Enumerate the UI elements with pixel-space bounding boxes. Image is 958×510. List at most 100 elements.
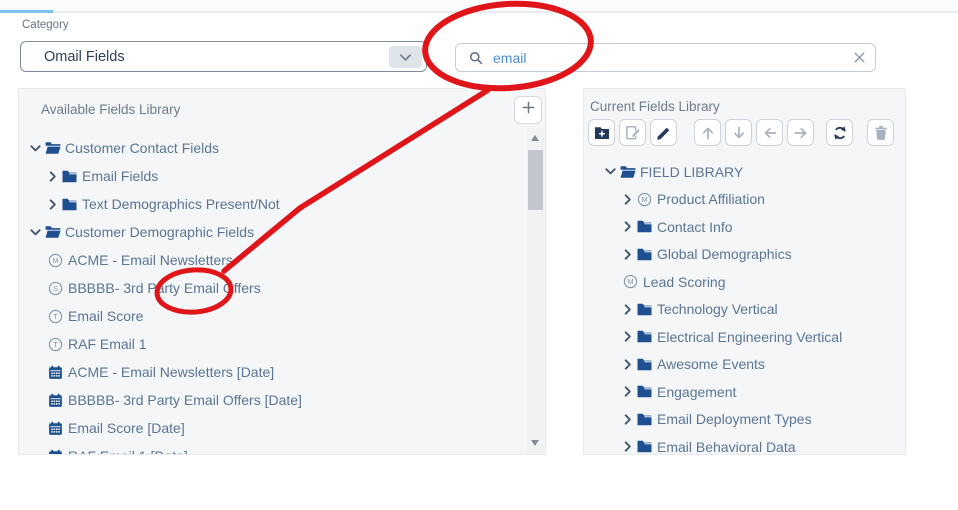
tree-item-label: ACME - Email Newsletters — [68, 252, 233, 268]
tree-item-label: Product Affiliation — [657, 191, 765, 207]
tree-item[interactable]: Awesome Events — [584, 351, 903, 379]
chevron-down-icon[interactable] — [29, 226, 45, 239]
chevron-right-icon[interactable] — [621, 303, 637, 316]
pencil-icon — [656, 125, 672, 141]
chevron-right-icon[interactable] — [621, 330, 637, 343]
folder-closed-icon — [637, 358, 657, 371]
tree-item[interactable]: Engagement — [584, 378, 903, 406]
chevron-right-icon[interactable] — [621, 248, 637, 261]
trash-icon — [873, 125, 889, 141]
folder-closed-icon — [62, 198, 82, 211]
tree-item[interactable]: Electrical Engineering Vertical — [584, 323, 903, 351]
chevron-right-icon[interactable] — [621, 440, 637, 453]
arrow-up-icon — [700, 125, 716, 141]
tree-item[interactable]: MLead Scoring — [584, 268, 903, 296]
chevron-right-icon[interactable] — [621, 358, 637, 371]
svg-text:T: T — [53, 312, 58, 321]
folder-plus-icon — [594, 125, 610, 141]
tree-item-label: Electrical Engineering Vertical — [657, 329, 842, 345]
category-select[interactable]: Omail Fields — [20, 41, 427, 72]
tree-item[interactable]: RAF Email 1 [Date] — [19, 442, 525, 455]
tree-item-label: RAF Email 1 [Date] — [68, 448, 188, 455]
refresh-icon — [832, 125, 848, 141]
tree-item-label: Email Deployment Types — [657, 411, 812, 427]
chevron-down-icon[interactable] — [604, 165, 620, 178]
svg-text:S: S — [53, 284, 58, 293]
move-left-button[interactable] — [756, 119, 783, 146]
tree-item-label: ACME - Email Newsletters [Date] — [68, 364, 274, 380]
folder-closed-icon — [637, 385, 657, 398]
tree-item-label: Awesome Events — [657, 356, 765, 372]
folder-closed-icon — [637, 248, 657, 261]
scrollbar-thumb[interactable] — [528, 150, 543, 210]
tree-item[interactable]: Customer Contact Fields — [19, 134, 525, 162]
circle-m-icon: M — [623, 274, 643, 289]
folder-closed-icon — [637, 330, 657, 343]
tree-item[interactable]: Technology Vertical — [584, 296, 903, 324]
scroll-down-icon[interactable] — [531, 440, 539, 446]
folder-open-icon — [620, 165, 640, 179]
tree-item-label: Customer Contact Fields — [65, 140, 219, 156]
tree-item-label: Global Demographics — [657, 246, 792, 262]
tree-item-label: Email Score [Date] — [68, 420, 185, 436]
search-input[interactable] — [491, 49, 853, 67]
tree-item[interactable]: Global Demographics — [584, 241, 903, 269]
rename-button[interactable] — [619, 119, 646, 146]
tree-item-label: BBBBB- 3rd Party Email Offers [Date] — [68, 392, 302, 408]
search-box — [455, 43, 876, 72]
calendar-icon — [48, 365, 68, 380]
tree-item[interactable]: Contact Info — [584, 213, 903, 241]
move-right-button[interactable] — [787, 119, 814, 146]
circle-m-icon: M — [48, 253, 68, 268]
chevron-right-icon[interactable] — [46, 198, 62, 211]
tree-item-label: Technology Vertical — [657, 301, 778, 317]
edit-button[interactable] — [650, 119, 677, 146]
folder-closed-icon — [637, 220, 657, 233]
chevron-down-icon[interactable] — [389, 46, 422, 68]
active-tab-underline — [0, 10, 53, 13]
refresh-button[interactable] — [826, 119, 853, 146]
tree-item[interactable]: Email Score [Date] — [19, 414, 525, 442]
calendar-icon — [48, 393, 68, 408]
current-fields-title: Current Fields Library — [590, 99, 720, 114]
tree-item[interactable]: FIELD LIBRARY — [584, 158, 903, 186]
current-fields-panel: Current Fields Library FIELD LIBRARYMPro… — [583, 88, 906, 455]
move-up-button[interactable] — [694, 119, 721, 146]
arrow-right-icon — [793, 125, 809, 141]
search-icon — [469, 51, 483, 65]
tree-item[interactable]: TEmail Score — [19, 302, 525, 330]
add-field-button[interactable] — [514, 96, 542, 124]
folder-open-icon — [45, 141, 65, 155]
scroll-up-icon[interactable] — [531, 135, 539, 141]
top-tab-strip — [0, 0, 958, 13]
chevron-right-icon[interactable] — [621, 385, 637, 398]
tree-item[interactable]: Email Behavioral Data — [584, 433, 903, 455]
chevron-right-icon[interactable] — [621, 413, 637, 426]
tree-item[interactable]: Customer Demographic Fields — [19, 218, 525, 246]
folder-closed-icon — [637, 440, 657, 453]
tree-item[interactable]: BBBBB- 3rd Party Email Offers [Date] — [19, 386, 525, 414]
clear-search-button[interactable] — [853, 51, 866, 64]
chevron-right-icon[interactable] — [46, 170, 62, 183]
tree-item[interactable]: ACME - Email Newsletters [Date] — [19, 358, 525, 386]
tree-item[interactable]: Email Fields — [19, 162, 525, 190]
tree-item[interactable]: SBBBBB- 3rd Party Email Offers — [19, 274, 525, 302]
chevron-right-icon[interactable] — [621, 220, 637, 233]
current-fields-tree: FIELD LIBRARYMProduct AffiliationContact… — [584, 158, 903, 455]
plus-icon — [521, 100, 536, 120]
tree-item-label: Email Behavioral Data — [657, 439, 796, 455]
add-folder-button[interactable] — [588, 119, 615, 146]
tree-item[interactable]: Email Deployment Types — [584, 406, 903, 434]
tree-item[interactable]: Text Demographics Present/Not — [19, 190, 525, 218]
tree-item-label: RAF Email 1 — [68, 336, 147, 352]
tree-item-label: Lead Scoring — [643, 274, 726, 290]
scrollbar[interactable] — [527, 128, 544, 453]
delete-button[interactable] — [867, 119, 894, 146]
tree-item[interactable]: TRAF Email 1 — [19, 330, 525, 358]
tree-item[interactable]: MProduct Affiliation — [584, 186, 903, 214]
chevron-down-icon[interactable] — [29, 142, 45, 155]
tree-item[interactable]: MACME - Email Newsletters — [19, 246, 525, 274]
chevron-right-icon[interactable] — [621, 193, 637, 206]
tree-item-label: Text Demographics Present/Not — [82, 196, 280, 212]
move-down-button[interactable] — [725, 119, 752, 146]
